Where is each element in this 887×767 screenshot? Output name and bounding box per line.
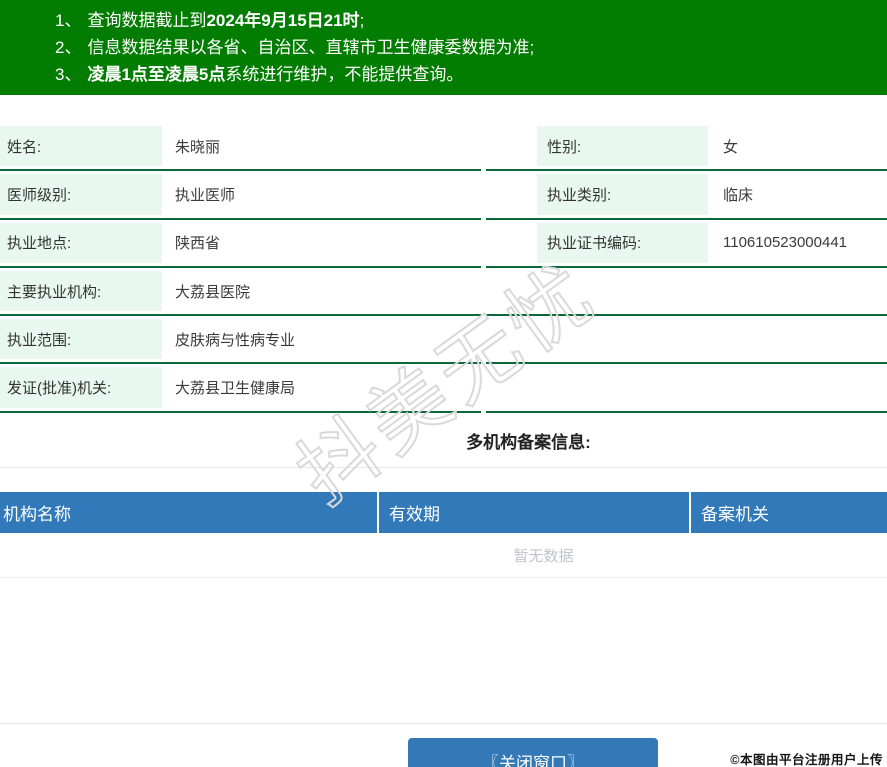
- field-label-certificate-number: 执业证书编码:: [537, 220, 708, 266]
- table-row: 执业证书编码: 110610523000441: [486, 220, 887, 268]
- close-window-button[interactable]: 〖关闭窗口〗: [408, 738, 658, 767]
- table-row-empty: [486, 268, 887, 317]
- field-value-practice-scope: 皮肤病与性病专业: [175, 331, 296, 349]
- table-row: 执业地点: 陕西省: [0, 220, 481, 268]
- filing-section-title: 多机构备案信息:: [466, 433, 591, 452]
- field-label-issuing-authority: 发证(批准)机关:: [0, 364, 162, 410]
- notice-text-bold: 凌晨1点至凌晨5点: [87, 65, 226, 84]
- divider: [0, 723, 887, 724]
- notice-line-1: 1、 查询数据截止到2024年9月15日21时;: [55, 7, 877, 34]
- field-label-practice-location: 执业地点:: [0, 220, 162, 266]
- info-table-right: 性别: 女 执业类别: 临床 执业证书编码: 110610523000441: [486, 123, 887, 413]
- field-label-text: 主要执业机构:: [7, 283, 102, 301]
- notice-banner: 1、 查询数据截止到2024年9月15日21时; 2、 信息数据结果以各省、自治区、…: [0, 0, 887, 95]
- notice-line-3: 3、 凌晨1点至凌晨5点系统进行维护，不能提供查询。: [55, 61, 877, 88]
- notice-text: 查询数据截止到: [87, 11, 207, 30]
- field-label-practice-category: 执业类别:: [537, 171, 708, 217]
- table-row: 姓名: 朱晓丽: [0, 123, 481, 172]
- no-data-placeholder: 暂无数据: [513, 548, 574, 565]
- field-label-gender: 性别:: [537, 123, 708, 169]
- practitioner-query-result-page: 1、 查询数据截止到2024年9月15日21时; 2、 信息数据结果以各省、自治区、…: [0, 0, 887, 767]
- table-row: 执业范围: 皮肤病与性病专业: [0, 316, 481, 365]
- field-value-main-institution: 大荔县医院: [175, 283, 251, 301]
- field-label-text: 医师级别:: [7, 186, 72, 204]
- notice-line-number: 1、: [55, 11, 82, 30]
- notice-text: 系统进行维护，不能提供查询。: [225, 65, 464, 84]
- notice-line-number: 3、: [55, 65, 82, 84]
- field-value-gender: 女: [723, 138, 739, 156]
- table-row: 执业类别: 临床: [486, 171, 887, 220]
- field-label-text: 执业地点:: [7, 235, 72, 253]
- field-label-text: 发证(批准)机关:: [7, 380, 112, 398]
- field-label-doctor-level: 医师级别:: [0, 171, 162, 217]
- field-value-practice-category: 临床: [723, 186, 754, 204]
- table-row: 医师级别: 执业医师: [0, 171, 481, 220]
- field-label-text: 执业证书编码:: [547, 235, 642, 253]
- filing-table-header: 机构名称 有效期 备案机关: [0, 492, 887, 533]
- column-header-validity-period: 有效期: [379, 492, 689, 533]
- divider: [0, 467, 887, 468]
- notice-line-number: 2、: [55, 38, 82, 57]
- cell-spacer: [486, 171, 537, 217]
- field-label-main-institution: 主要执业机构:: [0, 268, 162, 314]
- table-row: 主要执业机构: 大荔县医院: [0, 268, 481, 317]
- table-row-empty: [486, 364, 887, 413]
- field-value-practice-location: 陕西省: [175, 235, 221, 253]
- upload-copyright-note: ©本图由平台注册用户上传: [730, 753, 883, 767]
- info-table-left: 姓名: 朱晓丽 医师级别: 执业医师 执业地点: 陕西省 主要执业机构: 大荔县…: [0, 123, 481, 413]
- field-label-practice-scope: 执业范围:: [0, 316, 162, 362]
- column-header-institution-name: 机构名称: [0, 492, 377, 533]
- field-label-text: 执业范围:: [7, 331, 72, 349]
- notice-text-bold: 2024年9月15日21时: [206, 11, 360, 30]
- field-label-name: 姓名:: [0, 123, 162, 169]
- field-label-text: 姓名:: [7, 138, 42, 156]
- column-header-filing-authority: 备案机关: [691, 492, 887, 533]
- field-label-text: 执业类别:: [547, 186, 612, 204]
- divider: [0, 577, 887, 578]
- field-value-certificate-number: 110610523000441: [723, 234, 848, 252]
- field-value-issuing-authority: 大荔县卫生健康局: [175, 380, 296, 398]
- cell-spacer: [486, 220, 537, 266]
- notice-line-2: 2、 信息数据结果以各省、自治区、直辖市卫生健康委数据为准;: [55, 34, 877, 61]
- field-label-text: 性别:: [547, 138, 582, 156]
- notice-text: 信息数据结果以各省、自治区、直辖市卫生健康委数据为准;: [87, 38, 535, 57]
- table-row: 性别: 女: [486, 123, 887, 172]
- field-value-name: 朱晓丽: [175, 138, 221, 156]
- field-value-doctor-level: 执业医师: [175, 186, 236, 204]
- table-row: 发证(批准)机关: 大荔县卫生健康局: [0, 364, 481, 413]
- notice-text: ;: [359, 11, 365, 30]
- table-row-empty: [486, 316, 887, 365]
- cell-spacer: [486, 123, 537, 169]
